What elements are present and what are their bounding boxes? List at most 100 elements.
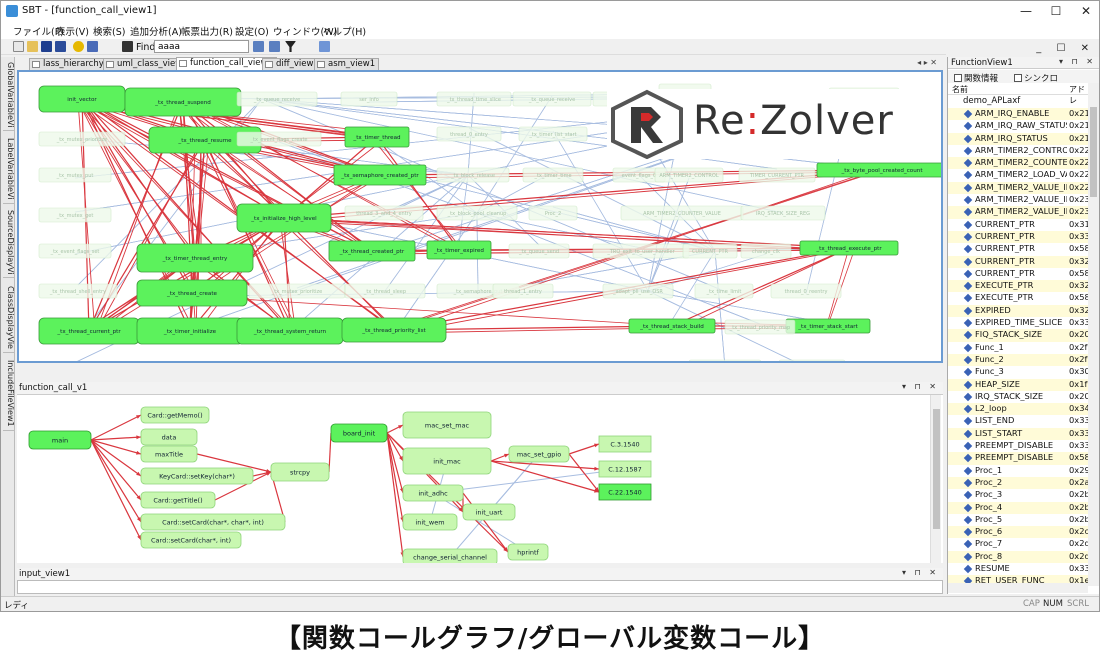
subgraph-node[interactable]: init_wem bbox=[402, 513, 458, 531]
graph-node[interactable]: ARM_TIMERS_LOAD_VALUE bbox=[688, 359, 762, 361]
graph-node[interactable]: change_clk bbox=[740, 243, 792, 259]
graph-node[interactable]: _tx_thread_system_return bbox=[236, 317, 344, 345]
checkbox-box[interactable] bbox=[1014, 74, 1022, 82]
tree-root[interactable]: demo_APLaxf bbox=[963, 96, 1020, 106]
function-list-item[interactable]: L2_loop 0x34 bbox=[948, 403, 1088, 416]
function-list-item[interactable]: CURRENT_PTR 0x58 bbox=[948, 268, 1088, 280]
graph-node[interactable]: _tx_thread_current_ptr bbox=[38, 317, 140, 345]
column-header-address[interactable]: アドレ bbox=[1069, 84, 1088, 106]
function-list-item[interactable]: Proc_8 0x2d bbox=[948, 550, 1088, 563]
tab-asm-view[interactable]: asm_view1 bbox=[314, 58, 380, 70]
function-list-item[interactable]: RESUME 0x33 bbox=[948, 563, 1088, 575]
function-list-item[interactable]: EXECUTE_PTR 0x32 bbox=[948, 280, 1088, 293]
subgraph-node[interactable]: Card::setCard(char*, int) bbox=[140, 531, 242, 549]
graph-node[interactable]: _tx_timer_stack_start bbox=[785, 318, 871, 334]
function-list-item[interactable]: CURRENT_PTR 0x31 bbox=[948, 219, 1088, 231]
graph-node[interactable]: thread_3_and_4_entry bbox=[344, 205, 424, 221]
function-list-item[interactable]: Proc_5 0x2b bbox=[948, 514, 1088, 526]
save-all-icon[interactable] bbox=[55, 41, 66, 52]
graph-node[interactable]: _tx_event_flags_set bbox=[38, 243, 112, 259]
graph-node[interactable]: _tx_mutex_prioritize bbox=[248, 283, 346, 299]
layout-icon[interactable] bbox=[319, 41, 330, 52]
side-tab-global-variable[interactable]: GlobalVariableVi bbox=[3, 59, 15, 132]
side-tab-source-display[interactable]: SourceDisplayVi bbox=[3, 207, 15, 279]
graph-node[interactable]: thread_0_entry bbox=[436, 126, 502, 142]
side-tab-include-file[interactable]: IncludeFileView1 bbox=[3, 357, 15, 431]
subgraph-node[interactable]: data bbox=[140, 428, 198, 446]
menu-report[interactable]: 帳票出力(R) bbox=[181, 24, 233, 38]
graph-node[interactable]: _tx_mutex_put bbox=[38, 167, 112, 183]
function-list-item[interactable]: Func_1 0x2f bbox=[948, 342, 1088, 354]
graph-node[interactable]: _tx_queue_receive bbox=[512, 91, 592, 107]
function-list-item[interactable]: Proc_1 0x29 bbox=[948, 465, 1088, 477]
graph-node[interactable]: ARM_TIMER2_CONTROL bbox=[654, 167, 724, 183]
subgraph-node[interactable]: mac_set_gpio bbox=[508, 445, 570, 463]
graph-node-box[interactable] bbox=[778, 359, 846, 361]
filter-icon[interactable] bbox=[285, 41, 296, 52]
graph-node-box[interactable] bbox=[688, 359, 762, 361]
graph-node[interactable]: CURRENT_PTR bbox=[682, 243, 738, 259]
side-tab-label-variable[interactable]: LabelVariableVi bbox=[3, 135, 15, 204]
graph-node[interactable]: _tx_timer_expired bbox=[426, 240, 492, 260]
menu-settings[interactable]: 設定(O) bbox=[235, 24, 269, 38]
function-list-item[interactable]: Proc_7 0x2d bbox=[948, 538, 1088, 550]
graph-node[interactable]: _tx_time_limit bbox=[694, 283, 754, 299]
binoculars-icon[interactable] bbox=[122, 41, 133, 52]
pane-splitter[interactable] bbox=[17, 363, 943, 382]
panel-controls[interactable]: ▾ ⊓ ✕ bbox=[902, 382, 939, 391]
graph-node[interactable]: _tx_timer_thread bbox=[344, 126, 410, 148]
function-list-item[interactable]: ARM_TIMER2_VALUE_IPG...0x23 bbox=[948, 194, 1088, 206]
graph-node[interactable]: _tx_block_pool_cleanup bbox=[436, 205, 518, 221]
graph-node[interactable]: thread_0_reentry bbox=[770, 283, 842, 299]
function-list-item[interactable]: Func_3 0x30 bbox=[948, 366, 1088, 378]
function-list-item[interactable]: CURRENT_PTR 0x33 bbox=[948, 230, 1088, 244]
sync-checkbox[interactable]: シンクロ bbox=[1014, 72, 1058, 84]
graph-node[interactable]: _tx_semaphore_created_ptr bbox=[333, 164, 427, 186]
subgraph-node[interactable]: init_adhc bbox=[402, 484, 464, 502]
checkbox-box[interactable] bbox=[954, 74, 962, 82]
subgraph-node[interactable]: change_serial_channel bbox=[402, 548, 498, 563]
function-list-item[interactable]: FIQ_STACK_SIZE 0x20 bbox=[948, 329, 1088, 342]
maximize-button[interactable]: ☐ bbox=[1041, 3, 1071, 19]
function-list-item[interactable]: Proc_3 0x2b bbox=[948, 489, 1088, 501]
graph-node[interactable]: thread_1_entry bbox=[492, 283, 554, 299]
graph-node[interactable]: _tx_thread_priority_list bbox=[341, 317, 447, 343]
tab-uml-class-view[interactable]: uml_class_view bbox=[103, 58, 187, 70]
graph-node[interactable]: TIMER2_COUNTER_VALUE bbox=[778, 359, 846, 361]
graph-node[interactable]: init_vector bbox=[38, 85, 126, 113]
graph-node[interactable]: _tx_mutex_prioritize bbox=[38, 131, 126, 147]
graph-node[interactable]: _tx_thread_suspend bbox=[124, 87, 242, 117]
graph-node[interactable]: TIMER_CURRENT_PTR bbox=[738, 167, 816, 183]
close-button[interactable]: ✕ bbox=[1071, 3, 1099, 19]
panel-controls[interactable]: ▾ ⊓ ✕ bbox=[1059, 57, 1096, 66]
find-prev-icon[interactable] bbox=[253, 41, 264, 52]
find-next-icon[interactable] bbox=[269, 41, 280, 52]
tab-navigation[interactable]: ◂ ▸ ✕ bbox=[917, 58, 937, 67]
subgraph-node[interactable]: Card::getMemo() bbox=[140, 406, 210, 424]
graph-node[interactable]: _tx_thread_create bbox=[136, 279, 248, 307]
context-help-icon[interactable] bbox=[87, 41, 98, 52]
subgraph-node[interactable]: maxTitle bbox=[140, 445, 198, 463]
function-call-subgraph[interactable]: main Card::getMemo()data maxTitleKeyCard::… bbox=[17, 395, 943, 563]
subgraph-node[interactable]: main bbox=[28, 430, 92, 450]
graph-node[interactable]: _tx_thread_execute_ptr bbox=[799, 240, 899, 256]
function-list-item[interactable]: CURRENT_PTR 0x58 bbox=[948, 243, 1088, 255]
function-list-scrollbar[interactable] bbox=[1088, 83, 1099, 586]
graph-node[interactable]: _tx_block_release bbox=[436, 167, 510, 183]
function-list-item[interactable]: ARM_TIMER2_LOAD_VALUE0x22 bbox=[948, 169, 1088, 181]
subgraph-node[interactable]: init_mac bbox=[402, 447, 492, 475]
function-list-item[interactable]: Proc_2 0x2a bbox=[948, 476, 1088, 490]
side-tab-class-display[interactable]: ClassDisplayVie bbox=[3, 283, 15, 353]
graph-node[interactable]: _tx_queue_send bbox=[508, 243, 570, 259]
function-list-item[interactable]: ARM_IRQ_STATUS 0x21 bbox=[948, 132, 1088, 145]
function-list-hscrollbar[interactable] bbox=[948, 583, 1088, 593]
subgraph-node[interactable]: KeyCard::setKey(char*) bbox=[140, 467, 254, 485]
graph-node[interactable]: ser_info bbox=[340, 91, 398, 107]
graph-node[interactable]: _tx_thread_time_slice bbox=[436, 91, 512, 107]
graph-node[interactable]: _tx_thread_shell_entry bbox=[38, 283, 118, 299]
subgraph-node[interactable]: C.12.1587 bbox=[598, 460, 652, 478]
subgraph-node[interactable]: mac_set_mac bbox=[402, 411, 492, 439]
graph-node[interactable]: _tx_thread_stack_build bbox=[628, 318, 716, 334]
find-input[interactable] bbox=[154, 40, 249, 53]
graph-node[interactable]: _tx_timer_initialize bbox=[136, 317, 244, 345]
